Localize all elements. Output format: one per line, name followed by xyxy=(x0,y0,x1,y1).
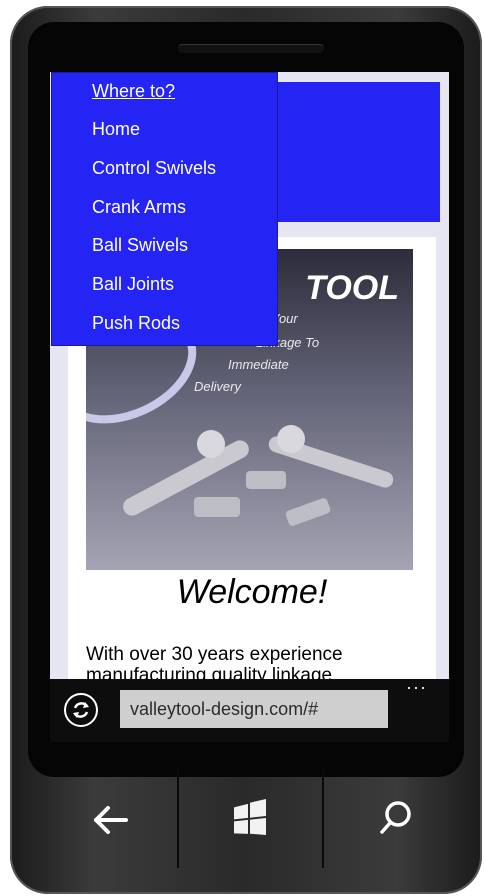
url-field[interactable]: valleytool-design.com/# xyxy=(120,690,388,728)
menu-item-push-rods[interactable]: Push Rods xyxy=(92,313,180,334)
menu-item-home[interactable]: Home xyxy=(92,119,140,140)
menu-item-ball-swivels[interactable]: Ball Swivels xyxy=(92,235,188,256)
menu-item-ball-joints[interactable]: Ball Joints xyxy=(92,274,174,295)
welcome-heading: Welcome! xyxy=(176,573,328,611)
menu-item-control-swivels[interactable]: Control Swivels xyxy=(92,158,216,179)
back-arrow-icon[interactable] xyxy=(50,776,170,856)
hardware-divider xyxy=(322,768,324,868)
refresh-icon[interactable] xyxy=(64,693,98,727)
tagline-line-3: Immediate xyxy=(228,357,289,372)
menu-item-crank-arms[interactable]: Crank Arms xyxy=(92,197,186,218)
browser-address-bar: valleytool-design.com/# ··· xyxy=(50,677,449,742)
more-options-icon[interactable]: ··· xyxy=(406,677,427,698)
windows-logo-icon[interactable] xyxy=(190,776,310,856)
browser-viewport[interactable]: TOOL Your Linkage To Immediate Delivery … xyxy=(50,72,449,742)
logo-text: TOOL xyxy=(305,269,399,307)
hardware-divider xyxy=(177,768,179,868)
earpiece-speaker xyxy=(178,44,324,53)
navigation-dropdown-menu: Where to? Home Control Swivels Crank Arm… xyxy=(51,72,278,346)
search-icon[interactable] xyxy=(334,776,454,856)
menu-heading-where-to[interactable]: Where to? xyxy=(92,81,175,102)
tagline-line-4: Delivery xyxy=(194,379,241,394)
